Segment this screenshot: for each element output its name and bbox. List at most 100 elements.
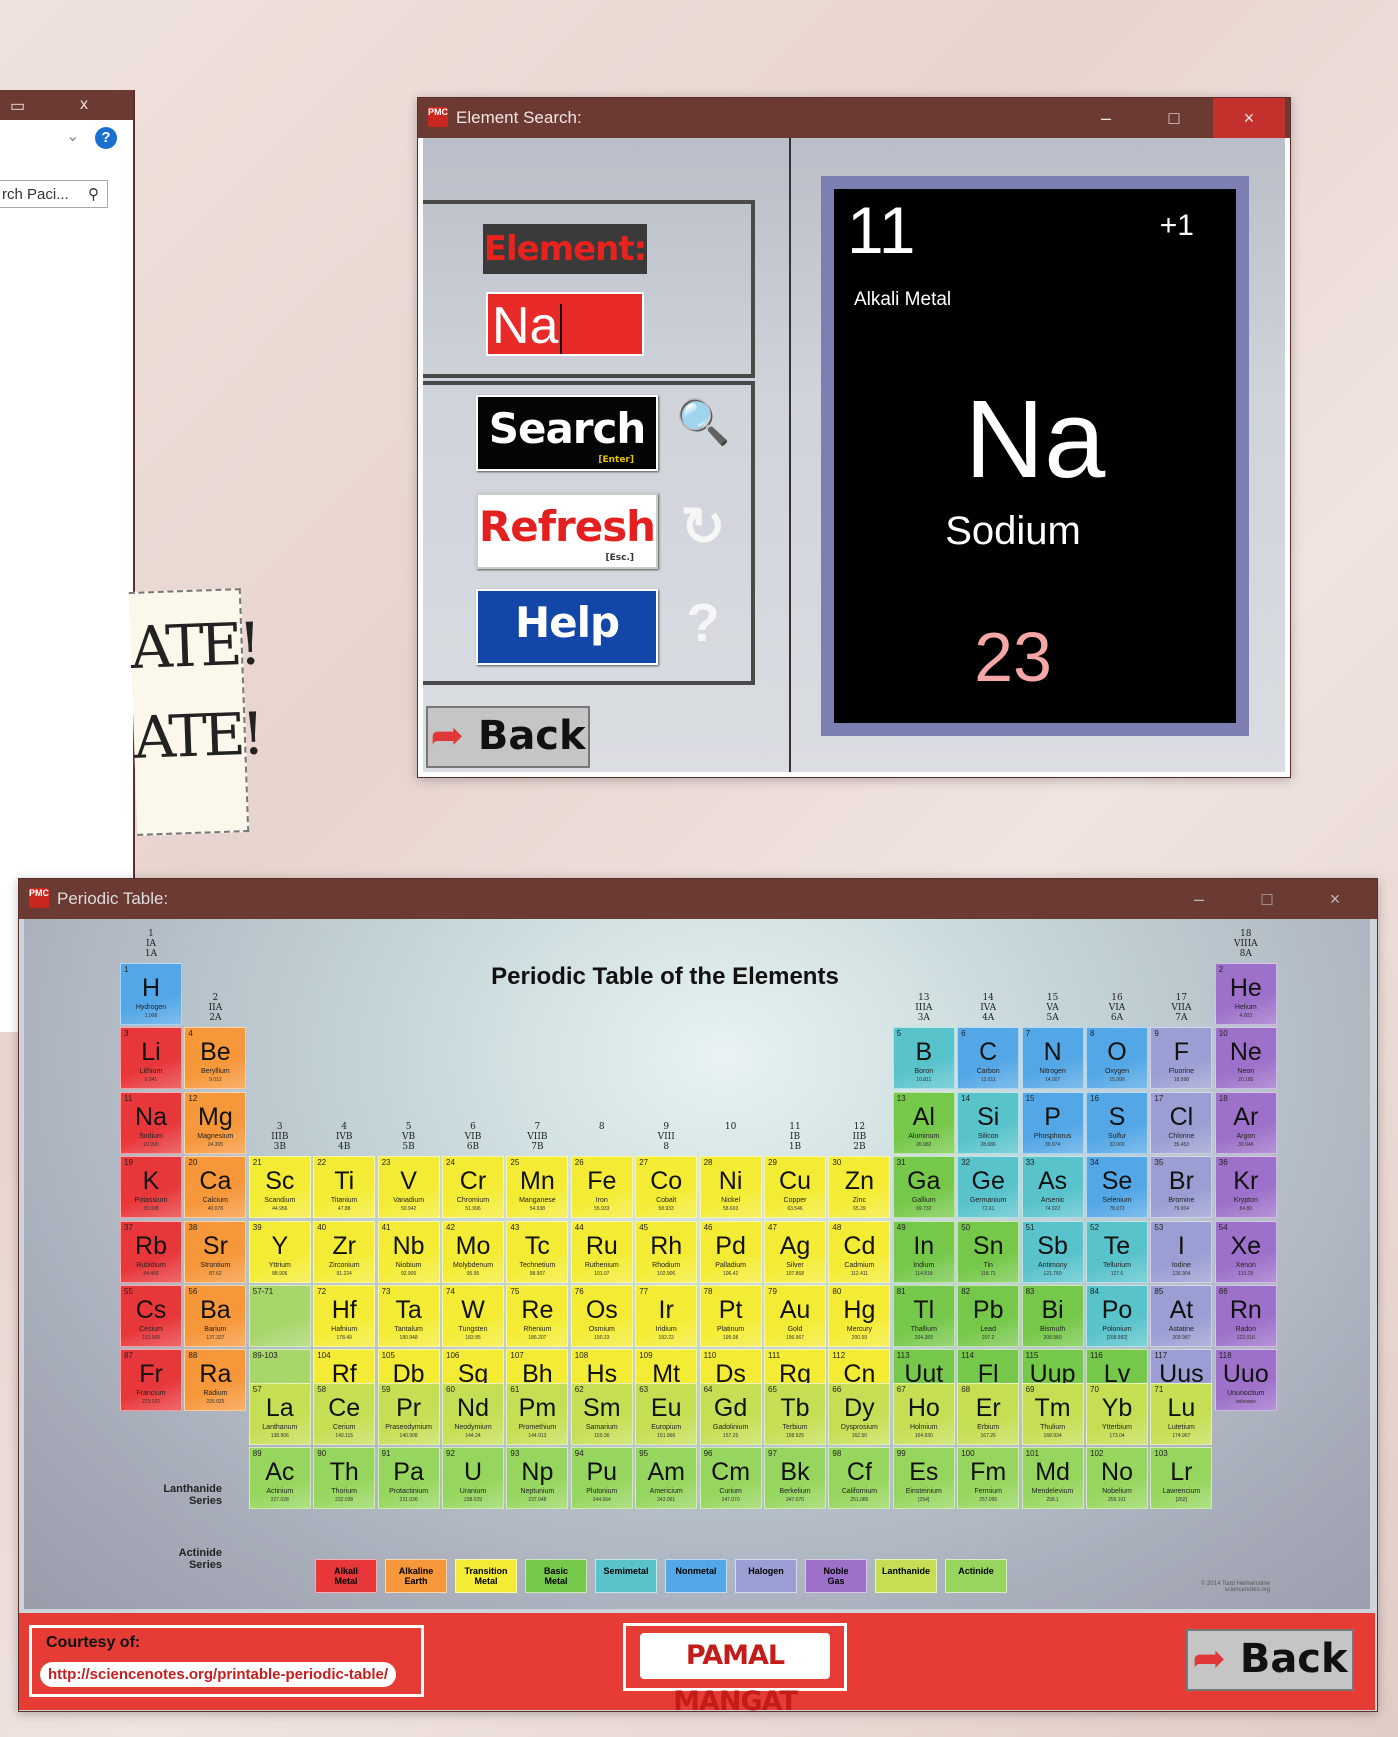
element-mass: 28.086	[980, 1141, 996, 1148]
minimize-button[interactable]: –	[1072, 98, 1140, 138]
element-mass: 78.972	[1109, 1206, 1125, 1213]
footer-bar: Courtesy of: http://sciencenotes.org/pri…	[19, 1613, 1375, 1717]
element-cell-cf: 98 Cf Californium 251.080	[828, 1447, 891, 1510]
chevron-down-icon[interactable]: ⌄	[66, 126, 79, 146]
element-symbol: F	[1173, 1038, 1190, 1067]
element-cell-bk: 97 Bk Berkelium 247.070	[764, 1447, 826, 1510]
minimize-button[interactable]: –	[1165, 879, 1233, 919]
group-label: 16 VIA 6A	[1108, 993, 1126, 1024]
element-atomic-number: 64	[703, 1385, 713, 1394]
search-content: Element: Na Search [Enter] 🔍 Refresh [Es…	[423, 138, 1285, 772]
element-atomic-number: 103	[1154, 1449, 1168, 1459]
search-input[interactable]: rch Paci... ⚲	[0, 180, 108, 208]
element-atomic-number: 82	[961, 1287, 971, 1296]
question-icon[interactable]: ?	[675, 595, 731, 651]
element-cell-yb: 70 Yb Ytterbium 173.04	[1086, 1383, 1148, 1445]
element-cell-o: 8 O Oxygen 15.999	[1086, 1027, 1148, 1090]
refresh-shortcut: [Esc.]	[605, 553, 635, 563]
element-symbol: Mg	[198, 1102, 233, 1131]
element-atomic-number: 26	[574, 1158, 584, 1168]
legend-alkaline: Alkaline Earth	[385, 1559, 447, 1593]
element-mass: 84.80	[1239, 1206, 1253, 1213]
element-symbol: As	[1038, 1167, 1068, 1196]
help-icon[interactable]: ?	[95, 127, 117, 149]
element-mass: 121.760	[1043, 1270, 1062, 1277]
element-symbol: Pb	[972, 1296, 1004, 1324]
close-icon[interactable]: x	[80, 96, 88, 114]
element-atomic-number: 23	[381, 1158, 391, 1168]
element-mass: 168.934	[1043, 1433, 1062, 1439]
element-cell-zn: 30 Zn Zinc 65.39	[828, 1156, 891, 1219]
element-mass: 209.987	[1172, 1335, 1191, 1341]
courtesy-link[interactable]: http://sciencenotes.org/printable-period…	[40, 1662, 397, 1687]
magnifier-icon[interactable]: 🔍	[675, 395, 731, 451]
element-atomic-number: 88	[188, 1351, 198, 1361]
element-symbol: Po	[1101, 1296, 1133, 1324]
element-symbol: C	[979, 1038, 998, 1067]
element-atomic-number: 107	[510, 1351, 524, 1361]
help-button[interactable]: Help	[476, 589, 658, 665]
element-symbol: Sn	[972, 1231, 1004, 1260]
search-button[interactable]: Search [Enter]	[476, 395, 658, 471]
element-mass: 167.26	[980, 1433, 996, 1439]
help-button-label: Help	[514, 598, 620, 647]
element-symbol: Ni	[718, 1167, 743, 1196]
element-atomic-number: 102	[1090, 1449, 1104, 1459]
element-cell-er: 68 Er Erbium 167.26	[957, 1383, 1020, 1445]
element-atomic-number: 51	[1025, 1222, 1035, 1232]
element-atomic-number: 62	[574, 1385, 584, 1394]
maximize-button[interactable]: □	[1140, 98, 1208, 138]
element-cell-mg: 12 Mg Magnesium 24.305	[184, 1091, 247, 1154]
close-button[interactable]: ×	[1213, 98, 1285, 138]
element-name: Argon	[1236, 1132, 1256, 1140]
titlebar: PMC Element Search: – □ ×	[418, 98, 1290, 138]
element-atomic-number: 30	[832, 1158, 842, 1168]
element-input[interactable]: Na	[486, 292, 644, 356]
element-atomic-number: 91	[381, 1449, 391, 1459]
element-mass: 223.020	[141, 1399, 161, 1406]
element-name: Francium	[136, 1390, 166, 1398]
element-cell-nd: 60 Nd Neodymium 144.24	[442, 1383, 504, 1445]
close-button[interactable]: ×	[1301, 879, 1369, 919]
element-cell-s: 16 S Sulfur 32.066	[1086, 1091, 1148, 1154]
element-name: Indium	[913, 1261, 935, 1269]
element-cell-lu: 71 Lu Lutetium 174.967	[1150, 1383, 1213, 1445]
element-atomic-number: 56	[188, 1287, 198, 1296]
refresh-icon[interactable]: ↻	[675, 499, 731, 555]
element-cell-n: 7 N Nitrogen 14.007	[1021, 1027, 1084, 1090]
element-atomic-number: 94	[574, 1449, 584, 1459]
element-atomic-number: 14	[961, 1093, 971, 1103]
group-label: 13 IIIA 3A	[915, 993, 933, 1024]
element-name: Potassium	[134, 1197, 168, 1205]
group-label: 3 IIIB 3B	[271, 1122, 289, 1153]
element-name: Nitrogen	[1039, 1068, 1066, 1076]
maximize-icon[interactable]: ▭	[10, 96, 25, 116]
background-window-toolbar: ⌄ ?	[0, 120, 133, 152]
stamp-image: ATE! ATE!	[128, 588, 262, 836]
element-atomic-number: 3	[124, 1029, 129, 1039]
element-name: Selenium	[1102, 1197, 1132, 1205]
element-name: Ytterbium	[1102, 1424, 1132, 1431]
element-symbol: Sm	[583, 1394, 621, 1422]
element-name: Plutonium	[586, 1488, 618, 1496]
group-label: 9 VIII 8	[657, 1122, 675, 1153]
maximize-button[interactable]: □	[1233, 879, 1301, 919]
element-cell-as: 33 As Arsenic 74.922	[1021, 1156, 1084, 1219]
element-symbol: Cd	[843, 1231, 876, 1260]
pamal-mangat-logo[interactable]: PAMAL MANGAT	[623, 1623, 847, 1717]
element-atomic-number: 89-103	[252, 1351, 278, 1361]
back-button[interactable]: ➦ Back	[426, 706, 590, 768]
element-cell-i: 53 I Iodine 126.904	[1150, 1220, 1213, 1283]
refresh-button[interactable]: Refresh [Esc.]	[476, 493, 658, 569]
element-symbol: Cf	[846, 1458, 872, 1487]
element-cell-sn: 50 Sn Tin 118.71	[957, 1220, 1020, 1283]
element-name: Titanium	[330, 1197, 358, 1205]
element-name: Manganese	[519, 1197, 556, 1205]
element-name: Thulium	[1040, 1424, 1066, 1431]
element-mass: 22.990	[143, 1141, 159, 1148]
back-button[interactable]: ➦ Back	[1186, 1629, 1354, 1691]
element-symbol: Tc	[524, 1231, 550, 1260]
legend-halogen: Halogen	[735, 1559, 797, 1593]
element-name: Strontium	[200, 1261, 231, 1269]
search-icon[interactable]: ⚲	[88, 181, 99, 209]
